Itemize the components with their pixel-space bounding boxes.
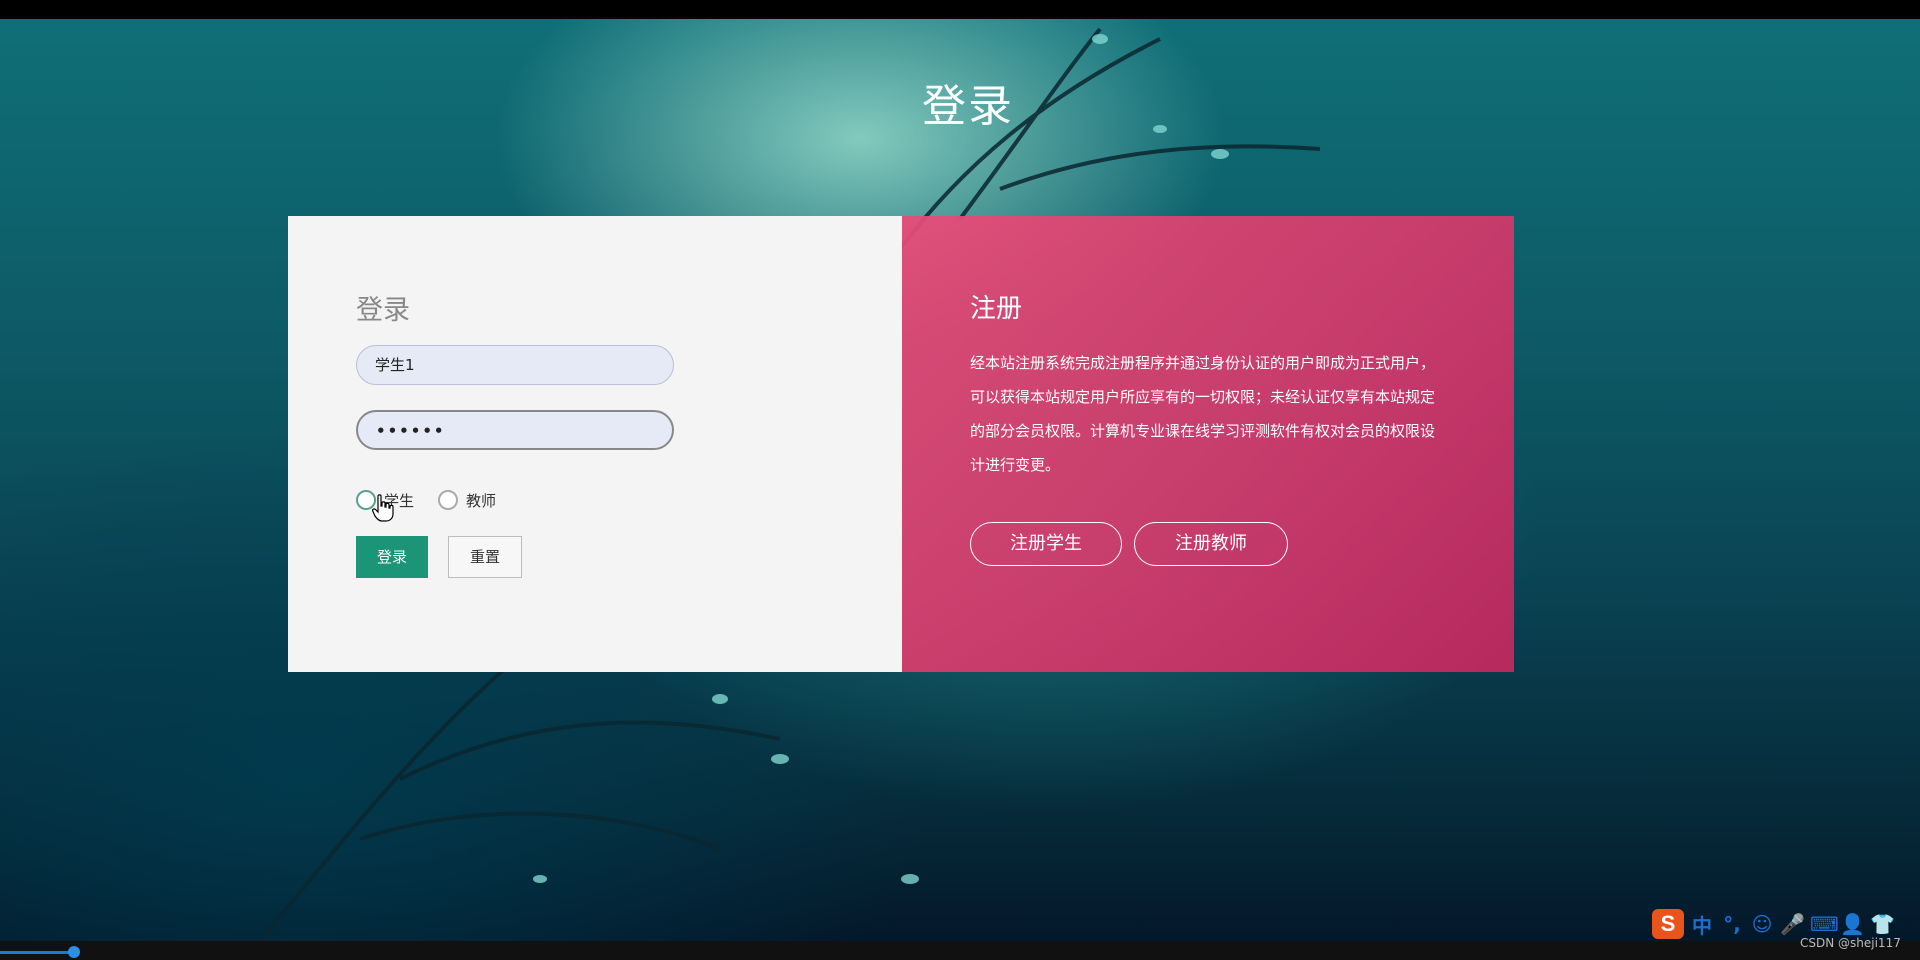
sogou-logo-icon[interactable]: S [1652, 909, 1684, 939]
video-progress-bar[interactable] [0, 951, 78, 954]
role-teacher-radio[interactable] [438, 490, 459, 510]
microphone-icon[interactable]: 🎤 [1780, 912, 1805, 936]
login-panel: 登录 学生1 •••••• 学生 教师 登录 重置 [288, 216, 902, 672]
ime-mode-toggle[interactable]: 中 [1690, 910, 1714, 939]
role-teacher-label[interactable]: 教师 [466, 490, 496, 511]
video-control-bar [0, 941, 1920, 960]
window-top-bar [0, 0, 1920, 19]
reset-button[interactable]: 重置 [448, 536, 522, 578]
keyboard-icon[interactable]: ⌨ [1810, 912, 1839, 936]
login-heading: 登录 [356, 295, 410, 326]
video-progress-handle[interactable] [68, 946, 80, 958]
register-panel: 注册 经本站注册系统完成注册程序并通过身份认证的用户即成为正式用户，可以获得本站… [902, 216, 1514, 672]
watermark: CSDN @sheji117 [1800, 936, 1901, 950]
register-teacher-button[interactable]: 注册教师 [1134, 522, 1288, 566]
register-description: 经本站注册系统完成注册程序并通过身份认证的用户即成为正式用户，可以获得本站规定用… [970, 354, 1436, 474]
user-icon[interactable]: 👤 [1840, 912, 1865, 936]
login-button[interactable]: 登录 [356, 536, 428, 578]
page-title: 登录 [922, 81, 1014, 132]
password-input[interactable]: •••••• [356, 410, 674, 450]
username-input[interactable]: 学生1 [356, 345, 674, 385]
emoji-icon[interactable]: ☺ [1750, 912, 1774, 936]
register-student-button[interactable]: 注册学生 [970, 522, 1122, 566]
punctuation-icon[interactable]: °, [1720, 912, 1744, 936]
hand-cursor-icon [372, 494, 394, 522]
skin-icon[interactable]: 👕 [1870, 912, 1895, 936]
register-heading: 注册 [970, 294, 1023, 324]
